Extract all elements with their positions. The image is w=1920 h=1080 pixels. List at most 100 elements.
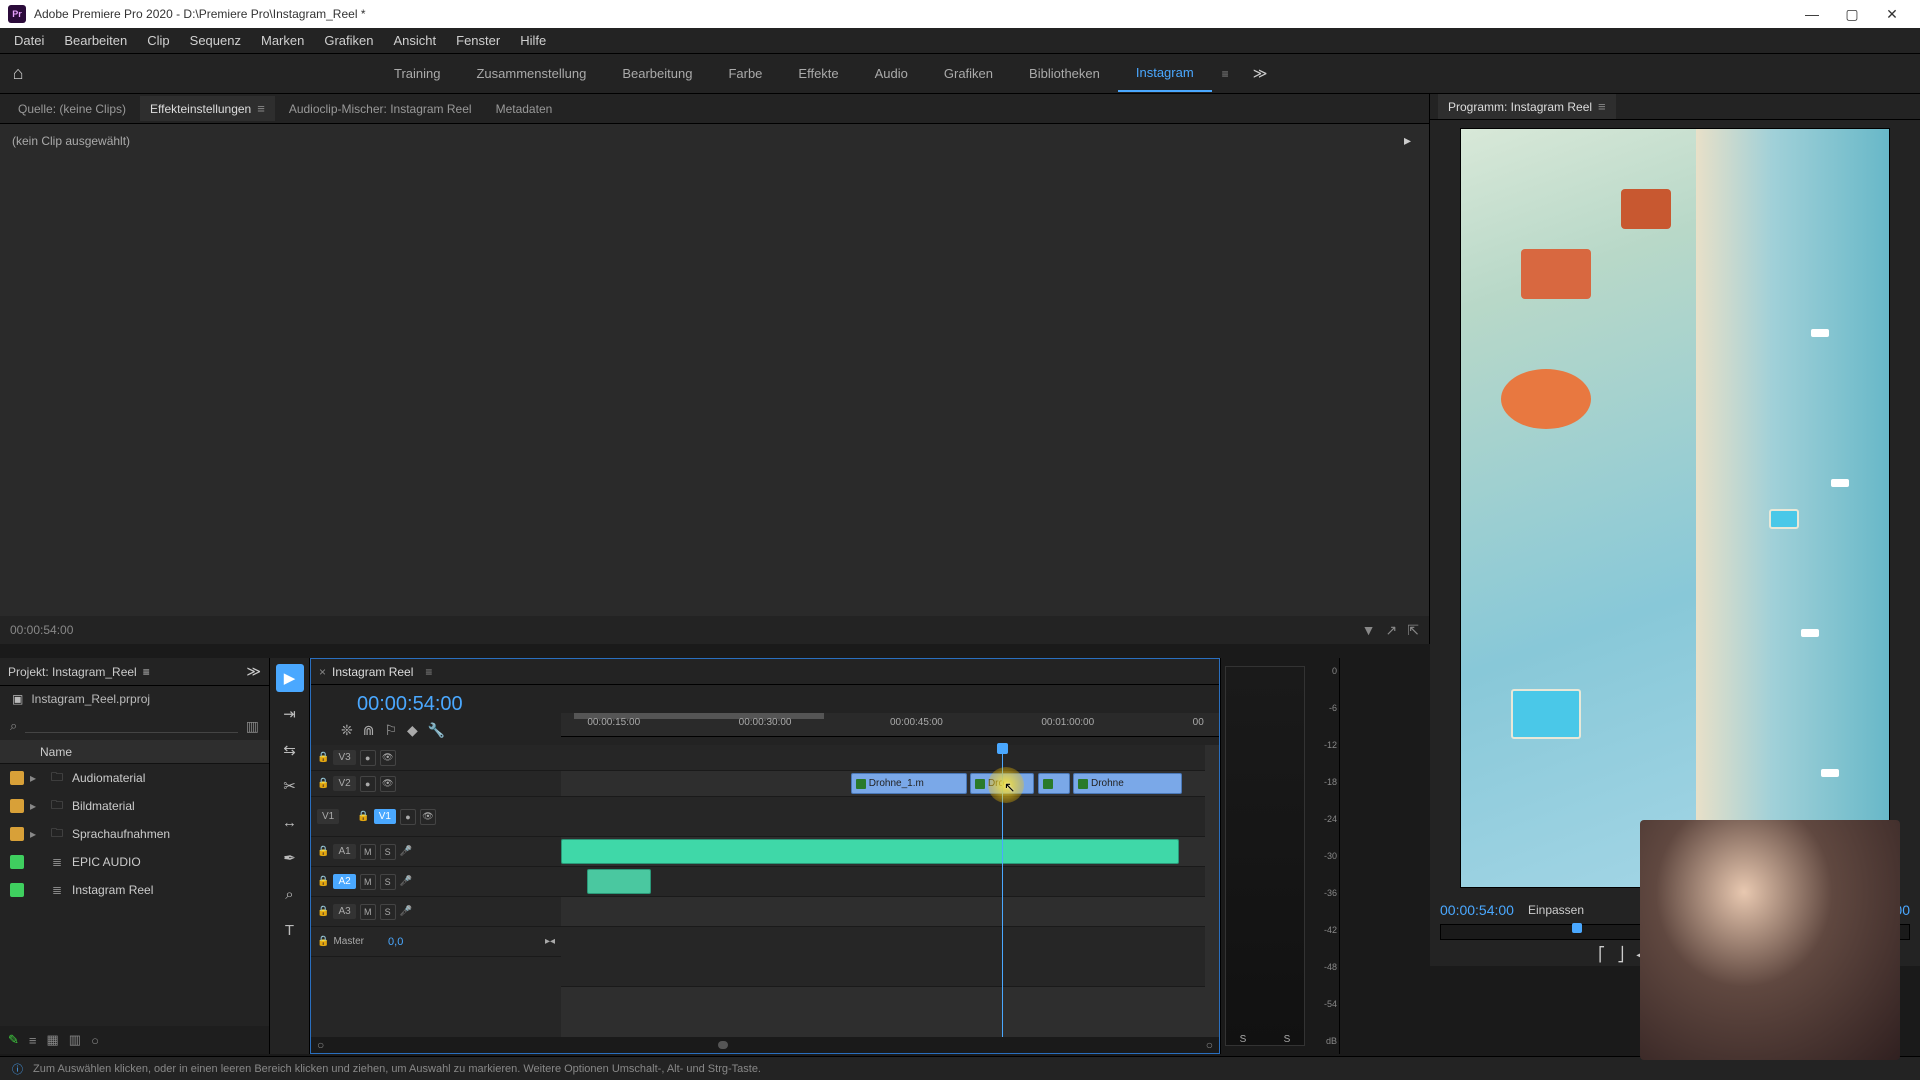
- mute-button[interactable]: M: [360, 904, 376, 920]
- hand-tool[interactable]: ⌕: [276, 880, 304, 908]
- lock-icon[interactable]: 🔒: [357, 811, 369, 822]
- tab-program[interactable]: Programm: Instagram Reel≡: [1438, 94, 1616, 119]
- sequence-item[interactable]: ≣Instagram Reel: [0, 876, 269, 904]
- sequence-item[interactable]: ≣EPIC AUDIO: [0, 848, 269, 876]
- menu-ansicht[interactable]: Ansicht: [383, 29, 446, 52]
- video-clip[interactable]: [1038, 773, 1070, 794]
- voiceover-icon[interactable]: 🎤: [400, 846, 412, 857]
- source-patch-v1[interactable]: V1: [317, 809, 339, 824]
- solo-button[interactable]: S: [380, 844, 396, 860]
- settings-icon[interactable]: ◆: [407, 722, 418, 739]
- lock-icon[interactable]: 🔒: [317, 846, 329, 857]
- voiceover-icon[interactable]: 🎤: [400, 906, 412, 917]
- track-target-a3[interactable]: A3: [333, 904, 355, 919]
- audio-clip[interactable]: [587, 869, 651, 894]
- linked-selection-icon[interactable]: ⋒: [363, 722, 375, 739]
- share-icon[interactable]: ↗: [1386, 622, 1398, 639]
- add-marker-icon[interactable]: ⚐: [384, 722, 397, 739]
- solo-button[interactable]: S: [380, 904, 396, 920]
- menu-hilfe[interactable]: Hilfe: [510, 29, 556, 52]
- workspace-zusammenstellung[interactable]: Zusammenstellung: [458, 56, 604, 91]
- menu-grafiken[interactable]: Grafiken: [314, 29, 383, 52]
- mute-button[interactable]: M: [360, 874, 376, 890]
- search-input[interactable]: [25, 720, 237, 733]
- panel-menu-icon[interactable]: ≡: [143, 665, 150, 679]
- collapse-icon[interactable]: ▸◂: [545, 936, 555, 947]
- track-target-a2[interactable]: A2: [333, 874, 355, 889]
- tab-project[interactable]: Projekt: Instagram_Reel≡: [8, 665, 150, 679]
- lock-icon[interactable]: 🔒: [317, 906, 329, 917]
- expand-caret-icon[interactable]: ▸: [1404, 132, 1411, 149]
- solo-right[interactable]: S: [1284, 1034, 1291, 1054]
- tab-metadata[interactable]: Metadaten: [486, 97, 563, 121]
- tab-effect-controls[interactable]: Effekteinstellungen≡: [140, 96, 275, 121]
- bin-item[interactable]: ▸🗀Bildmaterial: [0, 792, 269, 820]
- timeline-tab[interactable]: Instagram Reel: [332, 665, 413, 679]
- panel-menu-icon[interactable]: ≡: [257, 101, 265, 116]
- track-target-v1[interactable]: V1: [374, 809, 396, 824]
- mute-button[interactable]: M: [360, 844, 376, 860]
- track-select-tool[interactable]: ⇥: [276, 700, 304, 728]
- expand-icon[interactable]: ≫: [246, 663, 261, 680]
- workspace-config-icon[interactable]: ≡: [1212, 67, 1239, 81]
- toggle-output[interactable]: ●: [360, 750, 376, 766]
- close-tab-icon[interactable]: ×: [319, 665, 326, 679]
- voiceover-icon[interactable]: 🎤: [400, 876, 412, 887]
- ripple-edit-tool[interactable]: ⇆: [276, 736, 304, 764]
- video-clip[interactable]: Drohne_1.m: [851, 773, 967, 794]
- toggle-sync[interactable]: 👁: [380, 776, 396, 792]
- lock-icon[interactable]: 🔒: [317, 876, 329, 887]
- workspace-bibliotheken[interactable]: Bibliotheken: [1011, 56, 1118, 91]
- menu-marken[interactable]: Marken: [251, 29, 314, 52]
- bin-item[interactable]: ▸🗀Audiomaterial: [0, 764, 269, 792]
- bin-item[interactable]: ▸🗀Sprachaufnahmen: [0, 820, 269, 848]
- pen-tool[interactable]: ✒: [276, 844, 304, 872]
- toggle-output[interactable]: ●: [360, 776, 376, 792]
- menu-clip[interactable]: Clip: [137, 29, 179, 52]
- slip-tool[interactable]: ↔: [276, 808, 304, 836]
- menu-sequenz[interactable]: Sequenz: [180, 29, 251, 52]
- workspace-grafiken[interactable]: Grafiken: [926, 56, 1011, 91]
- column-header-name[interactable]: Name: [0, 740, 269, 764]
- razor-tool[interactable]: ✂: [276, 772, 304, 800]
- workspace-audio[interactable]: Audio: [857, 56, 926, 91]
- type-tool[interactable]: T: [276, 916, 304, 944]
- selection-tool[interactable]: ▶: [276, 664, 304, 692]
- workspace-farbe[interactable]: Farbe: [710, 56, 780, 91]
- lock-icon[interactable]: 🔒: [317, 778, 329, 789]
- menu-datei[interactable]: Datei: [4, 29, 54, 52]
- workspace-instagram[interactable]: Instagram: [1118, 55, 1212, 92]
- search-icon[interactable]: ⌕: [10, 718, 17, 734]
- panel-menu-icon[interactable]: ≡: [425, 665, 432, 679]
- timeline-timecode[interactable]: 00:00:54:00: [321, 691, 551, 722]
- menu-fenster[interactable]: Fenster: [446, 29, 510, 52]
- timeline-ruler[interactable]: 00:00:15:00 00:00:30:00 00:00:45:00 00:0…: [561, 713, 1219, 737]
- lock-icon[interactable]: 🔒: [317, 752, 329, 763]
- tab-source[interactable]: Quelle: (keine Clips): [8, 97, 136, 121]
- solo-left[interactable]: S: [1240, 1034, 1247, 1054]
- freeform-view-icon[interactable]: ▥: [69, 1032, 81, 1048]
- toggle-sync[interactable]: 👁: [380, 750, 396, 766]
- wrench-icon[interactable]: 🔧: [428, 722, 445, 739]
- track-target-v2[interactable]: V2: [333, 776, 355, 791]
- toggle-sync[interactable]: 👁: [420, 809, 436, 825]
- solo-button[interactable]: S: [380, 874, 396, 890]
- new-bin-icon[interactable]: ▥: [246, 718, 259, 735]
- home-icon[interactable]: ⌂: [0, 63, 36, 84]
- workspace-training[interactable]: Training: [376, 56, 458, 91]
- minimize-button[interactable]: —: [1792, 0, 1832, 28]
- master-value[interactable]: 0,0: [388, 936, 403, 948]
- zoom-slider[interactable]: ○: [91, 1033, 99, 1048]
- menu-bearbeiten[interactable]: Bearbeiten: [54, 29, 137, 52]
- panel-menu-icon[interactable]: ≡: [1598, 99, 1606, 114]
- lock-icon[interactable]: 🔒: [317, 936, 329, 947]
- workspace-overflow-icon[interactable]: ≫: [1239, 65, 1282, 82]
- audio-clip[interactable]: [561, 839, 1179, 864]
- track-target-a1[interactable]: A1: [333, 844, 355, 859]
- effect-timecode[interactable]: 00:00:54:00: [10, 623, 1352, 637]
- snap-icon[interactable]: ❊: [341, 722, 353, 739]
- timeline-hscroll[interactable]: ○ ○: [311, 1037, 1219, 1053]
- close-button[interactable]: ✕: [1872, 0, 1912, 28]
- tab-audio-mixer[interactable]: Audioclip-Mischer: Instagram Reel: [279, 97, 482, 121]
- export-icon[interactable]: ⇱: [1407, 622, 1419, 639]
